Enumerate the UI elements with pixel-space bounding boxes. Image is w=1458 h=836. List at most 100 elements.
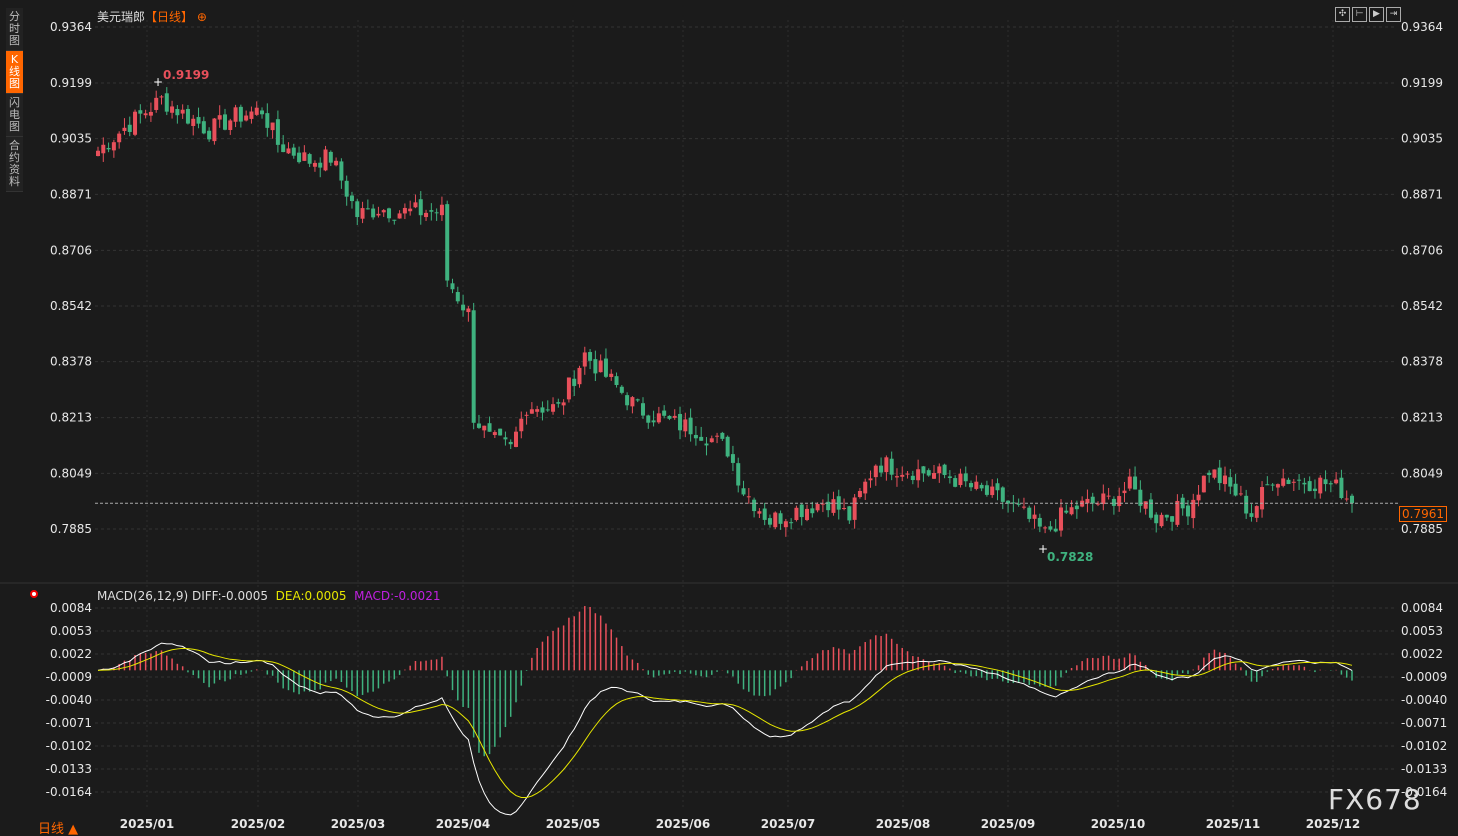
y-tick-left: 0.8213 bbox=[50, 411, 92, 425]
candle-body bbox=[360, 208, 365, 219]
candle-body bbox=[222, 114, 227, 130]
candle-body bbox=[847, 506, 852, 521]
candle-body bbox=[1032, 514, 1037, 519]
candle-body bbox=[1318, 477, 1323, 494]
candle-body bbox=[476, 423, 481, 428]
candle-body bbox=[852, 497, 857, 520]
candle-body bbox=[1111, 498, 1116, 506]
macd-y-tick-right: 0.0053 bbox=[1401, 624, 1443, 638]
candle-body bbox=[270, 122, 275, 131]
candle-body bbox=[1323, 479, 1328, 485]
candle-body bbox=[1069, 507, 1074, 515]
candle-body bbox=[678, 413, 683, 431]
candle-body bbox=[524, 414, 529, 416]
candle-body bbox=[1217, 467, 1222, 484]
chart-canvas[interactable]: 0.9364 0.9364 0.9199 0.9199 0.9035 0.9035 0.88… bbox=[0, 0, 1458, 836]
macd-y-tick-left: 0.0084 bbox=[50, 601, 92, 615]
candle-body bbox=[238, 106, 243, 122]
candle-body bbox=[164, 93, 169, 112]
candle-body bbox=[762, 508, 767, 520]
candle-body bbox=[1238, 493, 1243, 495]
candle-body bbox=[879, 465, 884, 473]
candle-body bbox=[752, 499, 757, 512]
candle-body bbox=[656, 413, 661, 423]
candle-body bbox=[127, 124, 132, 132]
candle-body bbox=[942, 464, 947, 475]
y-tick-right: 0.8542 bbox=[1401, 299, 1443, 313]
candle-body bbox=[424, 212, 429, 218]
high-price-label: 0.9199 bbox=[163, 68, 209, 82]
candle-body bbox=[1117, 496, 1122, 507]
y-tick-right: 0.8213 bbox=[1401, 411, 1443, 425]
candle-body bbox=[1127, 476, 1132, 489]
candle-body bbox=[450, 283, 455, 290]
period-selector[interactable]: 日线 ▲ bbox=[38, 818, 78, 836]
candle-body bbox=[1148, 499, 1153, 518]
watermark: FX678 bbox=[1328, 783, 1422, 816]
candle-body bbox=[122, 127, 127, 131]
candle-body bbox=[815, 503, 820, 511]
candle-body bbox=[820, 503, 825, 505]
low-marker: + bbox=[1038, 542, 1048, 556]
y-tick-left: 0.8378 bbox=[50, 355, 92, 369]
candle-body bbox=[1270, 484, 1275, 486]
y-tick-left: 0.8049 bbox=[50, 466, 92, 480]
candle-body bbox=[646, 415, 651, 423]
candle-body bbox=[175, 109, 180, 116]
candle-body bbox=[1307, 481, 1312, 492]
candle-body bbox=[741, 488, 746, 495]
candle-body bbox=[297, 152, 302, 163]
candle-body bbox=[312, 162, 317, 167]
candle-body bbox=[159, 96, 164, 98]
candle-body bbox=[148, 111, 153, 116]
macd-y-tick-right: -0.0071 bbox=[1401, 716, 1447, 730]
candle-body bbox=[778, 513, 783, 524]
candle-body bbox=[794, 507, 799, 520]
candle-body bbox=[979, 484, 984, 489]
candle-body bbox=[709, 438, 714, 443]
candle-body bbox=[138, 110, 143, 114]
candle-body bbox=[662, 410, 667, 416]
candle-body bbox=[916, 469, 921, 481]
candle-body bbox=[1254, 506, 1259, 518]
candle-body bbox=[1281, 478, 1286, 486]
candle-body bbox=[1207, 472, 1212, 476]
candle-body bbox=[291, 147, 296, 156]
candle-body bbox=[582, 352, 587, 367]
y-tick-left: 0.9199 bbox=[50, 76, 92, 90]
x-tick-label: 2025/08 bbox=[876, 817, 930, 831]
candle-body bbox=[609, 373, 614, 378]
candle-body bbox=[1223, 475, 1228, 485]
y-tick-right: 0.9199 bbox=[1401, 76, 1443, 90]
candle-body bbox=[1016, 503, 1021, 505]
y-tick-right: 0.8378 bbox=[1401, 355, 1443, 369]
candle-body bbox=[1027, 507, 1032, 519]
candle-body bbox=[482, 425, 487, 431]
y-tick-right: 0.8706 bbox=[1401, 243, 1443, 257]
candle-body bbox=[434, 212, 439, 214]
candle-body bbox=[1302, 482, 1307, 485]
macd-y-tick-right: -0.0040 bbox=[1401, 693, 1447, 707]
candle-body bbox=[577, 367, 582, 385]
macd-legend: MACD(26,12,9) DIFF:-0.0005 DEA:0.0005 MA… bbox=[97, 589, 440, 603]
chart-window: 分 时 图 K 线 图 闪 电 图 合 约 资 料 美元瑞郎【日线】 ⊕ ✣ ⊢ ▶… bbox=[0, 0, 1458, 836]
macd-y-tick-left: 0.0053 bbox=[50, 624, 92, 638]
macd-y-tick-left: 0.0022 bbox=[50, 647, 92, 661]
macd-y-tick-left: -0.0040 bbox=[46, 693, 92, 707]
candle-body bbox=[1212, 469, 1217, 478]
candle-body bbox=[715, 435, 720, 437]
candle-body bbox=[894, 476, 899, 478]
x-tick-label: 2025/04 bbox=[436, 817, 490, 831]
candle-body bbox=[529, 409, 534, 414]
candle-body bbox=[1021, 506, 1026, 508]
macd-y-tick-right: 0.0022 bbox=[1401, 647, 1443, 661]
candle-body bbox=[667, 415, 672, 419]
candle-body bbox=[244, 115, 249, 121]
candle-body bbox=[154, 97, 159, 110]
macd-y-tick-left: -0.0133 bbox=[46, 762, 92, 776]
candle-body bbox=[921, 466, 926, 474]
candle-body bbox=[455, 292, 460, 302]
x-tick-label: 2025/06 bbox=[656, 817, 710, 831]
macd-label: MACD(26,12,9) bbox=[97, 589, 189, 603]
candle-body bbox=[1191, 499, 1196, 519]
